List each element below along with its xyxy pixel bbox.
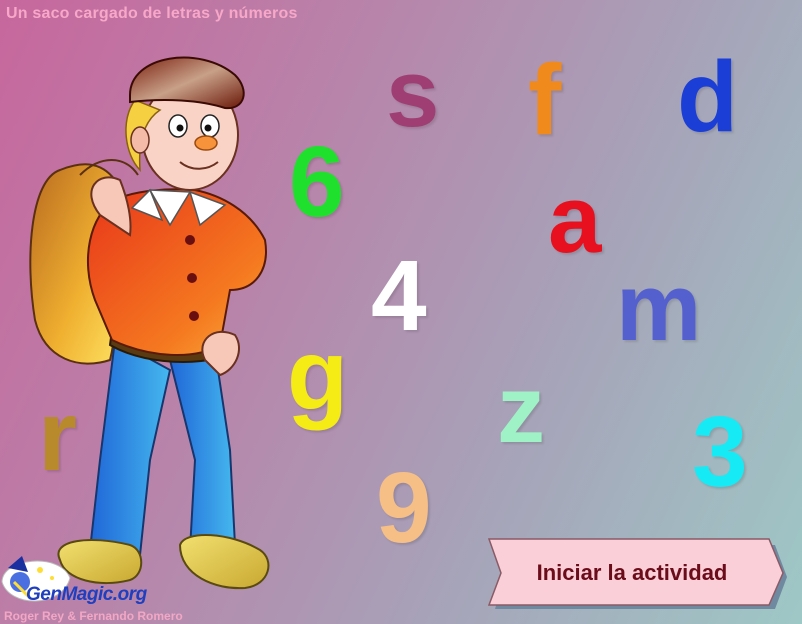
letter-s: s xyxy=(386,40,440,147)
start-button-label: Iniciar la actividad xyxy=(536,560,728,585)
start-activity-button[interactable]: Iniciar la actividad xyxy=(487,537,787,609)
number-3: 3 xyxy=(692,396,748,508)
letter-r: r xyxy=(38,380,77,492)
credits: Roger Rey & Fernando Romero xyxy=(4,609,183,623)
letter-f: f xyxy=(528,44,562,156)
letter-m: m xyxy=(616,254,702,361)
number-9: 9 xyxy=(376,452,432,564)
page-title: Un saco cargado de letras y números xyxy=(6,5,298,22)
number-4: 4 xyxy=(371,240,427,352)
boy-with-sack-illustration xyxy=(29,56,270,590)
letter-z: z xyxy=(497,356,545,463)
letter-a: a xyxy=(548,166,602,273)
logo-text: GenMagic.org xyxy=(26,584,147,605)
letter-d: d xyxy=(677,41,739,153)
letter-g: g xyxy=(287,319,349,431)
number-6: 6 xyxy=(289,126,345,238)
